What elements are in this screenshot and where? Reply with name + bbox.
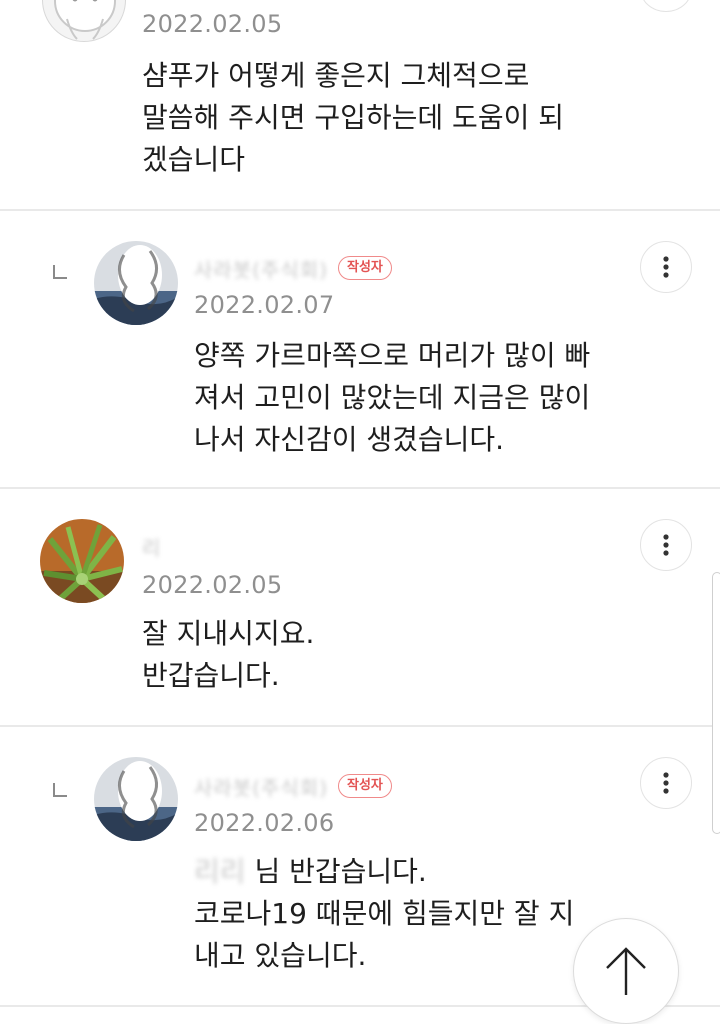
profile-photo-icon (94, 757, 178, 841)
more-vertical-icon (663, 534, 669, 556)
avatar[interactable] (42, 0, 126, 42)
author-name[interactable]: 사라봇(주식회) (194, 772, 328, 801)
plant-photo-icon (40, 519, 124, 603)
comment-line: 샴푸가 어떻게 좋은지 그체적으로 (142, 59, 530, 92)
comment-text: 잘 지내시지요. 반갑습니다. (142, 613, 314, 697)
author-row: 사라봇(주식회) 작성자 (194, 771, 392, 801)
comment-line: 반갑습니다. (142, 659, 280, 692)
comment-date: 2022.02.06 (194, 809, 335, 837)
reply-corner-icon (53, 265, 67, 279)
avatar[interactable] (94, 757, 178, 841)
comment-line: 겠습니다 (142, 143, 246, 176)
profile-photo-icon (94, 241, 178, 325)
more-options-button[interactable] (640, 519, 692, 571)
comment-line: 코로나19 때문에 힘들지만 잘 지 (194, 897, 575, 930)
author-row: 리 (142, 531, 161, 561)
comment-line: 리리 님 반갑습니다. (194, 851, 574, 893)
scrollbar-thumb[interactable] (712, 572, 720, 834)
avatar[interactable] (94, 241, 178, 325)
author-badge: 작성자 (338, 774, 392, 798)
comment-item: 2022.02.05 샴푸가 어떻게 좋은지 그체적으로 말씀해 주시면 구입하… (0, 0, 720, 210)
comment-date: 2022.02.05 (142, 571, 283, 599)
author-row: 사라봇(주식회) 작성자 (194, 253, 392, 283)
scroll-to-top-button[interactable] (573, 918, 679, 1024)
comment-line-text: 님 반갑습니다. (254, 855, 427, 888)
comment-line: 양쪽 가르마쪽으로 머리가 많이 빠 (194, 339, 591, 372)
comment-line: 내고 있습니다. (194, 939, 367, 972)
cartoon-avatar-icon (54, 0, 116, 40)
comment-line: 져서 고민이 많았는데 지금은 많이 (194, 381, 591, 414)
comment-text: 샴푸가 어떻게 좋은지 그체적으로 말씀해 주시면 구입하는데 도움이 되 겠습… (142, 55, 564, 181)
comment-line: 잘 지내시지요. (142, 617, 315, 650)
comment-date: 2022.02.07 (194, 291, 335, 319)
comment-item: 리 2022.02.05 잘 지내시지요. 반갑습니다. (0, 489, 720, 725)
more-options-button[interactable] (640, 757, 692, 809)
more-options-button[interactable] (640, 241, 692, 293)
author-name[interactable]: 리 (142, 532, 161, 561)
more-vertical-icon (663, 772, 669, 794)
reply-comment-item: 사라봇(주식회) 작성자 2022.02.07 양쪽 가르마쪽으로 머리가 많이… (0, 211, 720, 487)
reply-corner-icon (53, 783, 67, 797)
avatar[interactable] (40, 519, 124, 603)
comment-line: 나서 자신감이 생겼습니다. (194, 423, 505, 456)
author-name[interactable]: 사라봇(주식회) (194, 254, 328, 283)
comment-text: 양쪽 가르마쪽으로 머리가 많이 빠 져서 고민이 많았는데 지금은 많이 나서… (194, 335, 590, 461)
comment-line: 말씀해 주시면 구입하는데 도움이 되 (142, 101, 565, 134)
author-badge: 작성자 (338, 256, 392, 280)
mention-name[interactable]: 리리 (194, 855, 246, 888)
comment-date: 2022.02.05 (142, 10, 283, 38)
arrow-up-icon (606, 947, 646, 995)
comment-text: 리리 님 반갑습니다. 코로나19 때문에 힘들지만 잘 지 내고 있습니다. (194, 851, 574, 977)
more-vertical-icon (663, 256, 669, 278)
